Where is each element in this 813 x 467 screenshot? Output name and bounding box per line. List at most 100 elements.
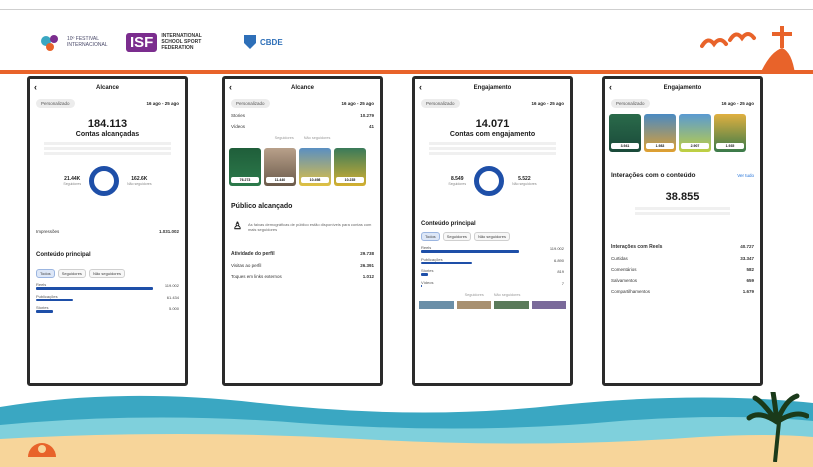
tab-all[interactable]: Todos [36,269,55,278]
reels-interactions-value: 40.727 [740,244,754,249]
content-thumbnail[interactable] [419,301,454,309]
bar-label: Stories [36,305,49,310]
stories-row: Stories 10.279 [225,110,380,121]
non-followers-label: Não seguidores [127,182,152,186]
back-arrow-icon[interactable]: ‹ [609,82,612,92]
period-filter[interactable]: Personalizado [231,99,270,108]
top-content-thumbnails: 3.941 1.983 2.907 1.935 [605,110,760,156]
content-thumbnail[interactable]: 2.907 [679,114,711,152]
saves-value: 659 [746,278,754,283]
external-links-value: 1.012 [362,274,374,279]
reached-accounts-label: Contas alcançadas [75,131,140,138]
non-followers-stat: 162.6K Não seguidores [127,176,152,186]
followers-split: 8.549 Seguidores 5.522 Não seguidores [415,166,570,196]
likes-row: Curtidas 33.347 [605,253,760,264]
screen-title: Alcance [95,85,119,91]
phone-screenshot-reach: ‹ Alcance Personalizado 16 ago - 25 ago … [27,76,188,386]
content-thumbnail[interactable]: 76.273 [229,148,261,186]
content-thumbnail[interactable]: 3.941 [609,114,641,152]
content-thumbnail[interactable] [456,301,491,309]
demographics-info-text: As faixas demográficas de público estão … [247,221,372,232]
section-title: Interações com o conteúdo [611,172,696,179]
period-filter[interactable]: Personalizado [421,99,460,108]
reels-interactions-label: Interações com Reels [611,244,663,250]
back-arrow-icon[interactable]: ‹ [229,82,232,92]
donut-chart [474,166,505,196]
back-arrow-icon[interactable]: ‹ [419,82,422,92]
isf-line-3: FEDERATION [161,45,194,51]
tab-all[interactable]: Todos [421,232,440,241]
content-thumbnail[interactable]: 11.440 [264,148,296,186]
shares-row: Compartilhamentos 1.679 [605,286,760,297]
filter-row: Personalizado 16 ago - 25 ago [605,97,760,110]
thumbnail-interactions: 1.935 [716,143,744,149]
isf-label: ISF [126,32,158,52]
phone-screenshot-reach-detail: ‹ Alcance Personalizado 16 ago - 25 ago … [222,76,383,386]
videos-value: 41 [368,124,374,129]
legend: Seguidores Não seguidores [225,132,380,144]
progress-bar [421,261,472,264]
presentation-slide: 10º FESTIVAL INTERNACIONAL ISF INTERNATI… [0,0,813,467]
description-text [44,142,171,156]
shares-value: 1.679 [742,289,754,294]
non-followers-label: Não seguidores [512,182,537,186]
tab-non-followers[interactable]: Não seguidores [473,232,510,241]
top-divider [0,9,813,10]
comments-row: Comentários 582 [605,264,760,275]
bar-label: Vídeos [421,279,434,285]
demographics-info: ♙ As faixas demográficas de público estã… [225,213,380,240]
festival-icon [41,35,58,51]
content-thumbnail[interactable]: 1.983 [644,114,676,152]
thumbnail-reach: 10.235 [336,177,364,183]
filter-row: Personalizado 16 ago - 25 ago [415,97,570,110]
reached-accounts-value: 184.113 [87,118,128,130]
bar-value: 119.002 [164,283,179,289]
bar-value: 819 [557,269,564,275]
screen-title: Engajamento [473,85,512,91]
tab-non-followers[interactable]: Não seguidores [88,269,125,278]
progress-bar [421,284,423,287]
followers-stat: 21.44K Seguidores [63,176,81,186]
content-thumbnail[interactable]: 10.498 [299,148,331,186]
saves-row: Salvamentos 659 [605,275,760,286]
followers-label: Seguidores [63,182,82,186]
cbde-icon [244,35,256,49]
content-thumbnail[interactable] [494,301,529,309]
phone-header: ‹ Alcance [30,79,185,97]
description-text [429,142,556,156]
tab-followers[interactable]: Seguidores [57,269,86,278]
beach-decoration [0,395,813,467]
date-range: 16 ago - 25 ago [146,101,179,106]
interactions-value: 38.855 [665,191,700,203]
content-bar-row: Reels 119.002 [415,243,570,255]
filter-row: Personalizado 16 ago - 25 ago [30,97,185,110]
profile-visits-row: Visitas ao perfil 26.391 [225,260,380,271]
cbde-label: CBDE [260,37,283,47]
filter-row: Personalizado 16 ago - 25 ago [225,97,380,110]
audience-tabs: Todos Seguidores Não seguidores [415,230,570,243]
bar-value: 61.434 [166,294,179,300]
period-filter[interactable]: Personalizado [611,99,650,108]
progress-bar [36,287,153,290]
tab-followers[interactable]: Seguidores [442,232,471,241]
bar-value: 6.890 [553,257,564,263]
back-arrow-icon[interactable]: ‹ [34,82,37,92]
sun-logo-icon [28,443,56,457]
content-thumbnail[interactable] [531,301,566,309]
content-thumbnail[interactable]: 10.235 [334,148,366,186]
thumbnail-interactions: 3.941 [611,143,639,149]
section-title: Conteúdo principal [36,252,91,258]
engaged-accounts-label: Contas com engajamento [449,131,536,138]
content-bar-row: Stories 819 [415,266,570,278]
thumbnail-reach: 10.498 [301,177,329,183]
palm-tree-icon [746,392,809,462]
top-content-thumbnails: 76.273 11.440 10.498 10.235 [225,144,380,190]
content-thumbnail[interactable]: 1.935 [714,114,746,152]
external-links-row: Toques em links externos 1.012 [225,271,380,282]
progress-bar [36,310,53,313]
bar-label: Publicações [421,256,443,262]
content-bar-row: Publicações 6.890 [415,255,570,267]
period-filter[interactable]: Personalizado [36,99,75,108]
see-all-link[interactable]: Ver tudo [737,173,754,178]
videos-row: Vídeos 41 [225,121,380,132]
